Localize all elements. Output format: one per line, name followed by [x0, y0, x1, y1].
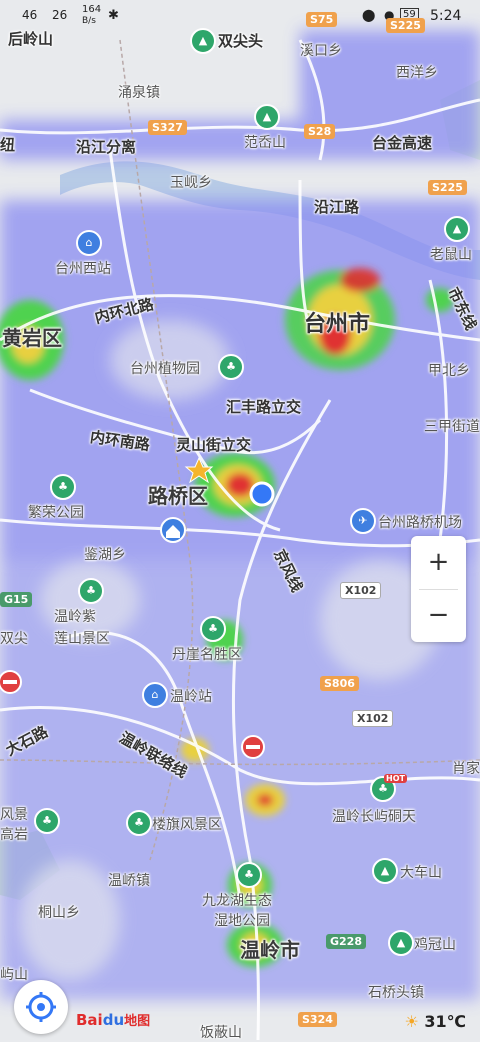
- place-label[interactable]: 楼旗风景区: [152, 814, 222, 834]
- park-icon[interactable]: ♣: [200, 616, 226, 642]
- park-icon[interactable]: ♣: [126, 810, 152, 836]
- place-label[interactable]: 高岩: [0, 824, 28, 844]
- network-speed-unit: B/s: [82, 16, 96, 26]
- place-label[interactable]: 双尖头: [218, 30, 263, 51]
- road-shield: S806: [320, 676, 359, 691]
- park-icon[interactable]: ♣: [34, 808, 60, 834]
- place-label[interactable]: 饭蔽山: [200, 1022, 242, 1042]
- locate-button[interactable]: [14, 980, 68, 1034]
- road-shield: S225: [428, 180, 467, 195]
- road-label[interactable]: 沿江路: [314, 196, 359, 217]
- park-icon[interactable]: ♣: [50, 474, 76, 500]
- road-shield: X102: [352, 710, 394, 727]
- road-shield: X102: [340, 582, 382, 599]
- place-label[interactable]: 九龙湖生态: [202, 890, 272, 910]
- park-icon[interactable]: ♣: [236, 862, 262, 888]
- road-shield: S225: [386, 18, 425, 33]
- place-label[interactable]: 溪口乡: [300, 40, 342, 60]
- district-label[interactable]: 路桥区: [148, 480, 208, 509]
- train-station-icon[interactable]: ⌂: [76, 230, 102, 256]
- logo-part: Bai: [76, 1011, 103, 1029]
- road-shield: G15: [0, 592, 33, 607]
- zoom-in-button[interactable]: +: [411, 536, 466, 589]
- place-label[interactable]: 台州植物园: [130, 358, 200, 378]
- place-label[interactable]: 桐山乡: [38, 902, 80, 922]
- airport-icon[interactable]: ✈: [350, 508, 376, 534]
- signal-left: 46: [22, 8, 38, 22]
- network-speed: 164: [82, 4, 102, 15]
- place-label[interactable]: 台州路桥机场: [378, 512, 462, 532]
- user-location-dot: [249, 481, 275, 507]
- city-label[interactable]: 温岭市: [240, 934, 300, 963]
- interchange-label[interactable]: 灵山街立交: [176, 434, 251, 455]
- place-label[interactable]: 鉴湖乡: [84, 544, 126, 564]
- no-entry-bar: [3, 680, 17, 684]
- no-entry-bar: [246, 745, 260, 749]
- place-label[interactable]: 温岭长屿硐天: [332, 806, 416, 826]
- road-shield: S75: [306, 12, 338, 27]
- mountain-icon[interactable]: ▲: [388, 930, 414, 956]
- place-label[interactable]: 台州西站: [55, 258, 111, 278]
- place-label[interactable]: 玉岘乡: [170, 172, 212, 192]
- place-label[interactable]: 大车山: [400, 862, 442, 882]
- park-icon[interactable]: ♣: [78, 578, 104, 604]
- place-label[interactable]: 温岭站: [170, 686, 212, 706]
- zoom-out-button[interactable]: −: [411, 589, 466, 642]
- heat-blob: [340, 268, 380, 292]
- logo-part: du: [102, 1011, 125, 1029]
- city-label[interactable]: 台州市: [304, 306, 370, 338]
- place-label[interactable]: 范岙山: [244, 132, 286, 152]
- clock: 5:24: [430, 8, 462, 24]
- mountain-icon[interactable]: ▲: [190, 28, 216, 54]
- sun-icon: ☀: [404, 1012, 419, 1031]
- place-label[interactable]: 温峤镇: [108, 870, 150, 890]
- road-shield: G228: [326, 934, 366, 949]
- temperature: 31℃: [424, 1012, 466, 1031]
- place-label[interactable]: 鸡冠山: [414, 934, 456, 954]
- mountain-icon[interactable]: ▲: [444, 216, 470, 242]
- mountain-icon[interactable]: ▲: [254, 104, 280, 130]
- mountain-icon[interactable]: ▲: [372, 858, 398, 884]
- location-icon: ⬤: [362, 8, 376, 22]
- place-label[interactable]: 纽: [0, 134, 15, 155]
- district-label[interactable]: 黄岩区: [2, 322, 62, 351]
- place-label[interactable]: 肖家: [452, 758, 480, 778]
- weather-widget[interactable]: ☀ 31℃: [404, 1012, 466, 1031]
- train-station-icon[interactable]: ⌂: [142, 682, 168, 708]
- crosshair-icon: [26, 992, 56, 1022]
- bluetooth-icon: ✱: [108, 8, 119, 23]
- place-label[interactable]: 甲北乡: [428, 360, 470, 380]
- place-label[interactable]: 三甲街道: [424, 416, 480, 436]
- logo-part: 地图: [124, 1014, 151, 1029]
- place-label[interactable]: 涌泉镇: [118, 82, 160, 102]
- road-label[interactable]: 沿江分离: [76, 136, 136, 157]
- place-label[interactable]: 石桥头镇: [368, 982, 424, 1002]
- place-label[interactable]: 丹崖名胜区: [172, 644, 242, 664]
- zoom-control: + −: [411, 536, 466, 642]
- place-label[interactable]: 西洋乡: [396, 62, 438, 82]
- zoom-divider: [419, 589, 458, 590]
- interchange-label[interactable]: 汇丰路立交: [226, 396, 301, 417]
- place-label[interactable]: 老鼠山: [430, 244, 472, 264]
- road-shield: S327: [148, 120, 187, 135]
- baidu-map-logo: Baidu地图: [76, 1010, 150, 1029]
- place-label[interactable]: 温岭紫: [54, 606, 96, 626]
- road-shield: S324: [298, 1012, 337, 1027]
- signal-right: 26: [52, 8, 68, 22]
- place-label[interactable]: 双尖: [0, 628, 28, 648]
- place-label[interactable]: 湿地公园: [214, 910, 270, 930]
- hot-badge: HOT: [384, 774, 407, 783]
- road-shield: S28: [304, 124, 336, 139]
- heat-blob: [257, 794, 273, 806]
- place-label[interactable]: 后岭山: [8, 28, 53, 49]
- place-label[interactable]: 风景: [0, 804, 28, 824]
- place-label[interactable]: 繁荣公园: [28, 502, 84, 522]
- place-label[interactable]: 莲山景区: [54, 628, 110, 648]
- heat-band: [0, 200, 480, 260]
- road-label[interactable]: 台金高速: [372, 132, 432, 153]
- park-icon[interactable]: ♣: [218, 354, 244, 380]
